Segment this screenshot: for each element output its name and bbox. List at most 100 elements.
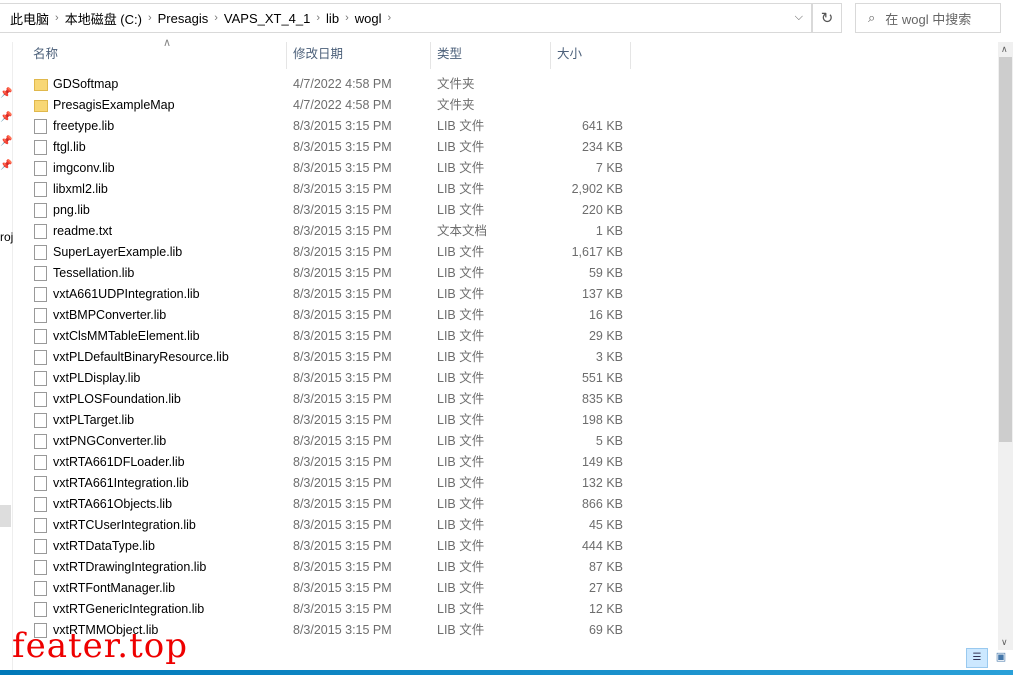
file-date: 8/3/2015 3:15 PM	[293, 392, 392, 406]
file-name: vxtRTA661DFLoader.lib	[53, 455, 185, 469]
details-view-button[interactable]: ☰	[966, 648, 988, 668]
file-icon	[34, 455, 47, 470]
scroll-up-icon[interactable]: ∧	[1001, 44, 1008, 55]
file-icon	[34, 119, 47, 134]
file-row[interactable]: ftgl.lib 8/3/2015 3:15 PM LIB 文件 234 KB	[13, 137, 998, 158]
file-row[interactable]: SuperLayerExample.lib 8/3/2015 3:15 PM L…	[13, 242, 998, 263]
file-type: LIB 文件	[437, 476, 485, 490]
breadcrumb-local-disk[interactable]: 本地磁盘 (C:)	[65, 9, 142, 28]
file-name: readme.txt	[53, 224, 113, 238]
nav-selected-item[interactable]	[0, 505, 11, 527]
column-header-name[interactable]: 名称	[27, 42, 287, 69]
file-type: LIB 文件	[437, 392, 485, 406]
chevron-right-icon[interactable]: ›	[316, 12, 320, 24]
watermark: feater.top	[12, 626, 188, 666]
breadcrumb-this-pc[interactable]: 此电脑	[10, 9, 49, 28]
file-date: 4/7/2022 4:58 PM	[293, 77, 392, 91]
scrollbar-thumb[interactable]	[999, 57, 1012, 442]
nav-item-partial[interactable]: roj	[0, 230, 13, 244]
pin-icon: 📌	[0, 160, 13, 171]
file-date: 8/3/2015 3:15 PM	[293, 413, 392, 427]
file-name: vxtPLDefaultBinaryResource.lib	[53, 350, 229, 364]
file-icon	[34, 245, 47, 260]
large-icons-view-button[interactable]: ▣	[992, 648, 1010, 668]
file-row[interactable]: vxtBMPConverter.lib 8/3/2015 3:15 PM LIB…	[13, 305, 998, 326]
file-row[interactable]: vxtRTFontManager.lib 8/3/2015 3:15 PM LI…	[13, 578, 998, 599]
chevron-right-icon[interactable]: ›	[214, 12, 218, 24]
file-date: 8/3/2015 3:15 PM	[293, 434, 392, 448]
file-row[interactable]: vxtRTGenericIntegration.lib 8/3/2015 3:1…	[13, 599, 998, 620]
chevron-right-icon[interactable]: ›	[387, 12, 391, 24]
file-row[interactable]: GDSoftmap 4/7/2022 4:58 PM 文件夹	[13, 74, 998, 95]
column-header-date[interactable]: 修改日期	[287, 42, 431, 69]
file-type: 文件夹	[437, 98, 475, 112]
pin-icon: 📌	[0, 88, 13, 99]
file-type: LIB 文件	[437, 350, 485, 364]
pin-icon: 📌	[0, 112, 13, 123]
file-name: vxtPLOSFoundation.lib	[53, 392, 181, 406]
chevron-right-icon[interactable]: ›	[345, 12, 349, 24]
file-icon	[34, 140, 47, 155]
file-row[interactable]: vxtRTA661Integration.lib 8/3/2015 3:15 P…	[13, 473, 998, 494]
file-icon	[34, 434, 47, 449]
vertical-scrollbar[interactable]: ∧ ∨	[998, 42, 1013, 650]
file-row[interactable]: vxtRTA661Objects.lib 8/3/2015 3:15 PM LI…	[13, 494, 998, 515]
file-row[interactable]: vxtClsMMTableElement.lib 8/3/2015 3:15 P…	[13, 326, 998, 347]
file-date: 8/3/2015 3:15 PM	[293, 539, 392, 553]
file-row[interactable]: vxtPNGConverter.lib 8/3/2015 3:15 PM LIB…	[13, 431, 998, 452]
breadcrumb-lib[interactable]: lib	[326, 11, 339, 26]
file-icon	[34, 476, 47, 491]
file-row[interactable]: libxml2.lib 8/3/2015 3:15 PM LIB 文件 2,90…	[13, 179, 998, 200]
file-size: 45 KB	[588, 518, 623, 532]
scroll-down-icon[interactable]: ∨	[1001, 637, 1008, 648]
breadcrumb-vaps[interactable]: VAPS_XT_4_1	[224, 11, 310, 26]
file-date: 8/3/2015 3:15 PM	[293, 476, 392, 490]
file-name: vxtClsMMTableElement.lib	[53, 329, 200, 343]
column-header-size[interactable]: 大小	[551, 42, 631, 69]
file-name: ftgl.lib	[53, 140, 86, 154]
file-name: vxtRTCUserIntegration.lib	[53, 518, 196, 532]
address-bar[interactable]: 此电脑 › 本地磁盘 (C:) › Presagis › VAPS_XT_4_1 › l…	[0, 3, 812, 33]
navigation-pane[interactable]: 📌 📌 📌 📌	[0, 42, 13, 670]
file-type: 文件夹	[437, 77, 475, 91]
search-input[interactable]: ⌕ 在 wogl 中搜索	[855, 3, 1001, 33]
file-row[interactable]: imgconv.lib 8/3/2015 3:15 PM LIB 文件 7 KB	[13, 158, 998, 179]
file-row[interactable]: readme.txt 8/3/2015 3:15 PM 文本文档 1 KB	[13, 221, 998, 242]
file-row[interactable]: png.lib 8/3/2015 3:15 PM LIB 文件 220 KB	[13, 200, 998, 221]
file-row[interactable]: Tessellation.lib 8/3/2015 3:15 PM LIB 文件…	[13, 263, 998, 284]
file-type: LIB 文件	[437, 140, 485, 154]
file-name: vxtRTA661Integration.lib	[53, 476, 189, 490]
file-size: 149 KB	[581, 455, 623, 469]
file-row[interactable]: vxtPLDefaultBinaryResource.lib 8/3/2015 …	[13, 347, 998, 368]
file-row[interactable]: vxtPLDisplay.lib 8/3/2015 3:15 PM LIB 文件…	[13, 368, 998, 389]
file-icon	[34, 287, 47, 302]
file-size: 1 KB	[595, 224, 623, 238]
column-header-type[interactable]: 类型	[431, 42, 551, 69]
file-size: 69 KB	[588, 623, 623, 637]
file-row[interactable]: vxtRTDrawingIntegration.lib 8/3/2015 3:1…	[13, 557, 998, 578]
file-row[interactable]: freetype.lib 8/3/2015 3:15 PM LIB 文件 641…	[13, 116, 998, 137]
file-date: 8/3/2015 3:15 PM	[293, 455, 392, 469]
file-icon	[34, 182, 47, 197]
breadcrumb-presagis[interactable]: Presagis	[158, 11, 209, 26]
file-size: 137 KB	[581, 287, 623, 301]
file-row[interactable]: vxtA661UDPIntegration.lib 8/3/2015 3:15 …	[13, 284, 998, 305]
address-dropdown-icon[interactable]: ⌵	[795, 11, 803, 24]
file-row[interactable]: vxtRTA661DFLoader.lib 8/3/2015 3:15 PM L…	[13, 452, 998, 473]
refresh-button[interactable]: ↻	[812, 3, 842, 33]
file-row[interactable]: PresagisExampleMap 4/7/2022 4:58 PM 文件夹	[13, 95, 998, 116]
file-type: LIB 文件	[437, 539, 485, 553]
file-icon	[34, 497, 47, 512]
file-row[interactable]: vxtRTDataType.lib 8/3/2015 3:15 PM LIB 文…	[13, 536, 998, 557]
chevron-right-icon[interactable]: ›	[55, 12, 59, 24]
file-icon	[34, 518, 47, 533]
breadcrumb-wogl[interactable]: wogl	[355, 11, 382, 26]
file-row[interactable]: vxtPLOSFoundation.lib 8/3/2015 3:15 PM L…	[13, 389, 998, 410]
file-row[interactable]: vxtRTCUserIntegration.lib 8/3/2015 3:15 …	[13, 515, 998, 536]
file-size: 234 KB	[581, 140, 623, 154]
file-row[interactable]: vxtPLTarget.lib 8/3/2015 3:15 PM LIB 文件 …	[13, 410, 998, 431]
folder-icon	[34, 79, 48, 91]
file-date: 8/3/2015 3:15 PM	[293, 623, 392, 637]
taskbar-edge	[0, 670, 1013, 675]
chevron-right-icon[interactable]: ›	[148, 12, 152, 24]
